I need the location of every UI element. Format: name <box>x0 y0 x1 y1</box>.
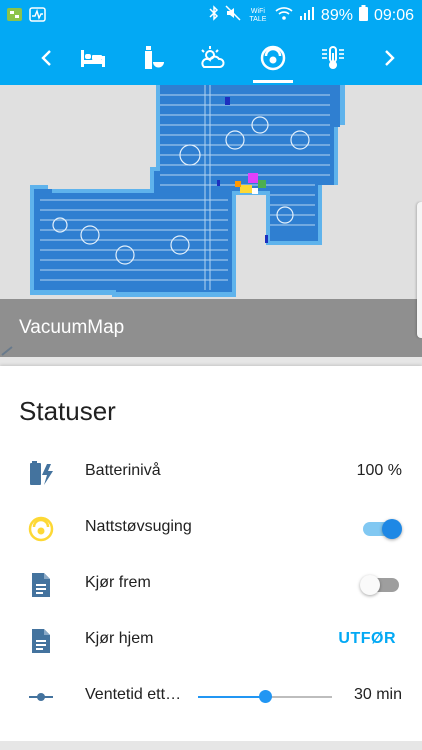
status-card: Statuser Batterinivå 100 % Nattstøvsugin… <box>0 366 422 741</box>
wait-time-value: 30 min <box>353 686 402 703</box>
status-row-battery[interactable]: Batterinivå 100 % <box>0 444 422 500</box>
mute-icon <box>225 5 241 26</box>
chevron-left-icon[interactable] <box>25 30 69 85</box>
scroll-handle[interactable] <box>417 202 422 338</box>
weather-icon[interactable] <box>190 30 234 85</box>
status-label: Batterinivå <box>85 462 161 479</box>
status-label: Kjør frem <box>85 574 151 591</box>
status-row-wait-time[interactable]: Ventetid ett… 30 min <box>0 668 422 724</box>
thermometer-icon[interactable] <box>311 30 355 85</box>
robot-vacuum-icon <box>26 514 56 544</box>
wifi-icon <box>275 5 293 26</box>
battery-value: 100 % <box>356 462 402 479</box>
battery-charging-icon <box>26 458 56 488</box>
slider-fill <box>198 696 265 698</box>
activity-notification-icon <box>29 6 46 23</box>
slider-knob[interactable] <box>259 690 272 703</box>
status-label: Nattstøvsuging <box>85 518 192 535</box>
view-tab-bar <box>0 30 422 85</box>
drive-forward-toggle[interactable] <box>360 575 402 595</box>
app-notification-icon <box>6 6 23 23</box>
bluetooth-icon <box>209 5 219 26</box>
status-row-night-vacuum[interactable]: Nattstøvsuging <box>0 500 422 556</box>
toggle-thumb <box>360 575 380 595</box>
file-document-icon <box>26 626 56 656</box>
status-label: Kjør hjem <box>85 630 154 647</box>
status-row-drive-home[interactable]: Kjør hjem UTFØR <box>0 612 422 668</box>
bottle-bowl-icon[interactable] <box>130 30 174 85</box>
battery-icon <box>358 5 368 26</box>
card-title: Statuser <box>19 396 116 426</box>
status-row-drive-forward[interactable]: Kjør frem <box>0 556 422 612</box>
chevron-right-icon[interactable] <box>367 30 411 85</box>
wifi-label: WiFi TALE <box>249 7 267 23</box>
clock: 09:06 <box>373 6 414 24</box>
file-document-icon <box>26 570 56 600</box>
bottom-strip <box>0 741 422 750</box>
status-bar: WiFi TALE 89% 09:06 <box>0 0 422 30</box>
ray-vertex-icon <box>26 682 56 712</box>
map-caption: VacuumMap <box>0 299 422 357</box>
execute-button[interactable]: UTFØR <box>338 630 396 648</box>
wait-time-slider[interactable] <box>198 690 332 703</box>
robot-vacuum-icon[interactable] <box>251 30 295 85</box>
night-vacuum-toggle[interactable] <box>360 519 402 539</box>
status-label: Ventetid ett… <box>85 686 182 703</box>
signal-icon <box>299 5 315 26</box>
battery-percent: 89% <box>320 6 353 24</box>
toggle-thumb <box>382 519 402 539</box>
bed-icon[interactable] <box>71 30 115 85</box>
